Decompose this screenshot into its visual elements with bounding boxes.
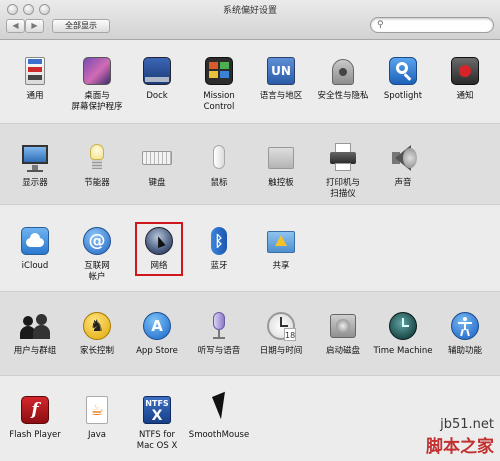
pref-dictation-speech[interactable]: 听写与语音 — [188, 310, 250, 357]
search-icon: ⚲ — [377, 20, 384, 30]
users-groups-icon — [19, 310, 51, 342]
mission-control-icon — [203, 55, 235, 87]
pref-general[interactable]: 通用 — [4, 55, 66, 102]
trackpad-icon — [265, 142, 297, 174]
pref-dock[interactable]: Dock — [126, 55, 188, 102]
category-row-system: 用户与群组 ♞ 家长控制 A App Store 听写与语音 18 日期与时间 … — [0, 291, 500, 376]
energy-saver-icon — [81, 142, 113, 174]
toolbar: 系统偏好设置 ◀ ▶ 全部显示 ⚲ — [0, 0, 500, 40]
pref-time-machine[interactable]: Time Machine — [372, 310, 434, 357]
pref-parental-controls[interactable]: ♞ 家长控制 — [66, 310, 128, 357]
pref-displays[interactable]: 显示器 — [4, 142, 66, 189]
spotlight-icon — [387, 55, 419, 87]
watermark: jb51.net 脚本之家 — [426, 417, 494, 457]
pref-smoothmouse[interactable]: SmoothMouse — [188, 391, 250, 441]
pref-flash-player[interactable]: f Flash Player — [4, 394, 66, 441]
pref-spotlight[interactable]: Spotlight — [372, 55, 434, 102]
pref-icloud[interactable]: iCloud — [4, 225, 66, 272]
language-region-icon: UN — [265, 55, 297, 87]
pref-bluetooth[interactable]: ᛒ 蓝牙 — [188, 225, 250, 272]
icloud-icon — [19, 225, 51, 257]
pref-mission-control[interactable]: Mission Control — [188, 55, 250, 113]
pref-keyboard[interactable]: 键盘 — [126, 142, 188, 189]
pref-trackpad[interactable]: 触控板 — [250, 142, 312, 189]
pref-startup-disk[interactable]: 启动磁盘 — [312, 310, 374, 357]
search-input[interactable]: ⚲ — [370, 17, 494, 33]
pref-mouse[interactable]: 鼠标 — [188, 142, 250, 189]
sharing-icon — [265, 225, 297, 257]
app-store-icon: A — [141, 310, 173, 342]
pref-security-privacy[interactable]: 安全性与隐私 — [312, 55, 374, 102]
smoothmouse-icon — [203, 391, 235, 426]
printers-scanners-icon — [327, 142, 359, 174]
pref-printers-scanners[interactable]: 打印机与 扫描仪 — [312, 142, 374, 200]
flash-player-icon: f — [19, 394, 51, 426]
pref-internet-accounts[interactable]: @ 互联网 帐户 — [66, 225, 128, 283]
category-row-internet: iCloud @ 互联网 帐户 网络 ᛒ 蓝牙 共享 — [0, 206, 500, 291]
security-privacy-icon — [327, 55, 359, 87]
bluetooth-icon: ᛒ — [203, 225, 235, 257]
window-title: 系统偏好设置 — [222, 6, 277, 16]
dictation-speech-icon — [203, 310, 235, 342]
pref-date-time[interactable]: 18 日期与时间 — [250, 310, 312, 357]
pref-accessibility[interactable]: 辅助功能 — [434, 310, 496, 357]
category-row-hardware: 显示器 节能器 键盘 鼠标 触控板 打印机与 扫描仪 声音 — [0, 123, 500, 205]
displays-icon — [19, 142, 51, 174]
time-machine-icon — [387, 310, 419, 342]
pref-language-region[interactable]: UN 语言与地区 — [250, 55, 312, 102]
pref-users-groups[interactable]: 用户与群组 — [4, 310, 66, 357]
java-icon: ☕ — [81, 394, 113, 426]
pref-desktop-screensaver[interactable]: 桌面与 屏幕保护程序 — [66, 55, 128, 113]
sound-icon — [387, 142, 419, 174]
internet-accounts-icon: @ — [81, 225, 113, 257]
date-time-icon: 18 — [265, 310, 297, 342]
startup-disk-icon — [327, 310, 359, 342]
pref-notifications[interactable]: 通知 — [434, 55, 496, 102]
category-row-personal: 通用 桌面与 屏幕保护程序 Dock Mission Control UN 语言… — [0, 41, 500, 123]
category-row-other: f Flash Player ☕ Java NTFS X NTFS for Ma… — [0, 377, 500, 461]
network-highlight-box — [135, 222, 183, 276]
ntfs-icon: NTFS X — [141, 394, 173, 426]
show-all-button[interactable]: 全部显示 — [52, 19, 110, 33]
mouse-icon — [203, 142, 235, 174]
pref-app-store[interactable]: A App Store — [126, 310, 188, 357]
forward-button[interactable]: ▶ — [25, 19, 44, 33]
parental-controls-icon: ♞ — [81, 310, 113, 342]
back-button[interactable]: ◀ — [6, 19, 25, 33]
pref-energy-saver[interactable]: 节能器 — [66, 142, 128, 189]
notifications-icon — [449, 55, 481, 87]
pref-sound[interactable]: 声音 — [372, 142, 434, 189]
desktop-screensaver-icon — [81, 55, 113, 87]
accessibility-icon — [449, 310, 481, 342]
pref-java[interactable]: ☕ Java — [66, 394, 128, 441]
general-icon — [19, 55, 51, 87]
keyboard-icon — [141, 142, 173, 174]
system-preferences-window: 系统偏好设置 ◀ ▶ 全部显示 ⚲ 通用 桌面与 屏幕保护程序 Dock Mis… — [0, 0, 500, 461]
dock-icon — [141, 55, 173, 87]
pref-ntfs[interactable]: NTFS X NTFS for Mac OS X — [126, 394, 188, 452]
pref-sharing[interactable]: 共享 — [250, 225, 312, 272]
